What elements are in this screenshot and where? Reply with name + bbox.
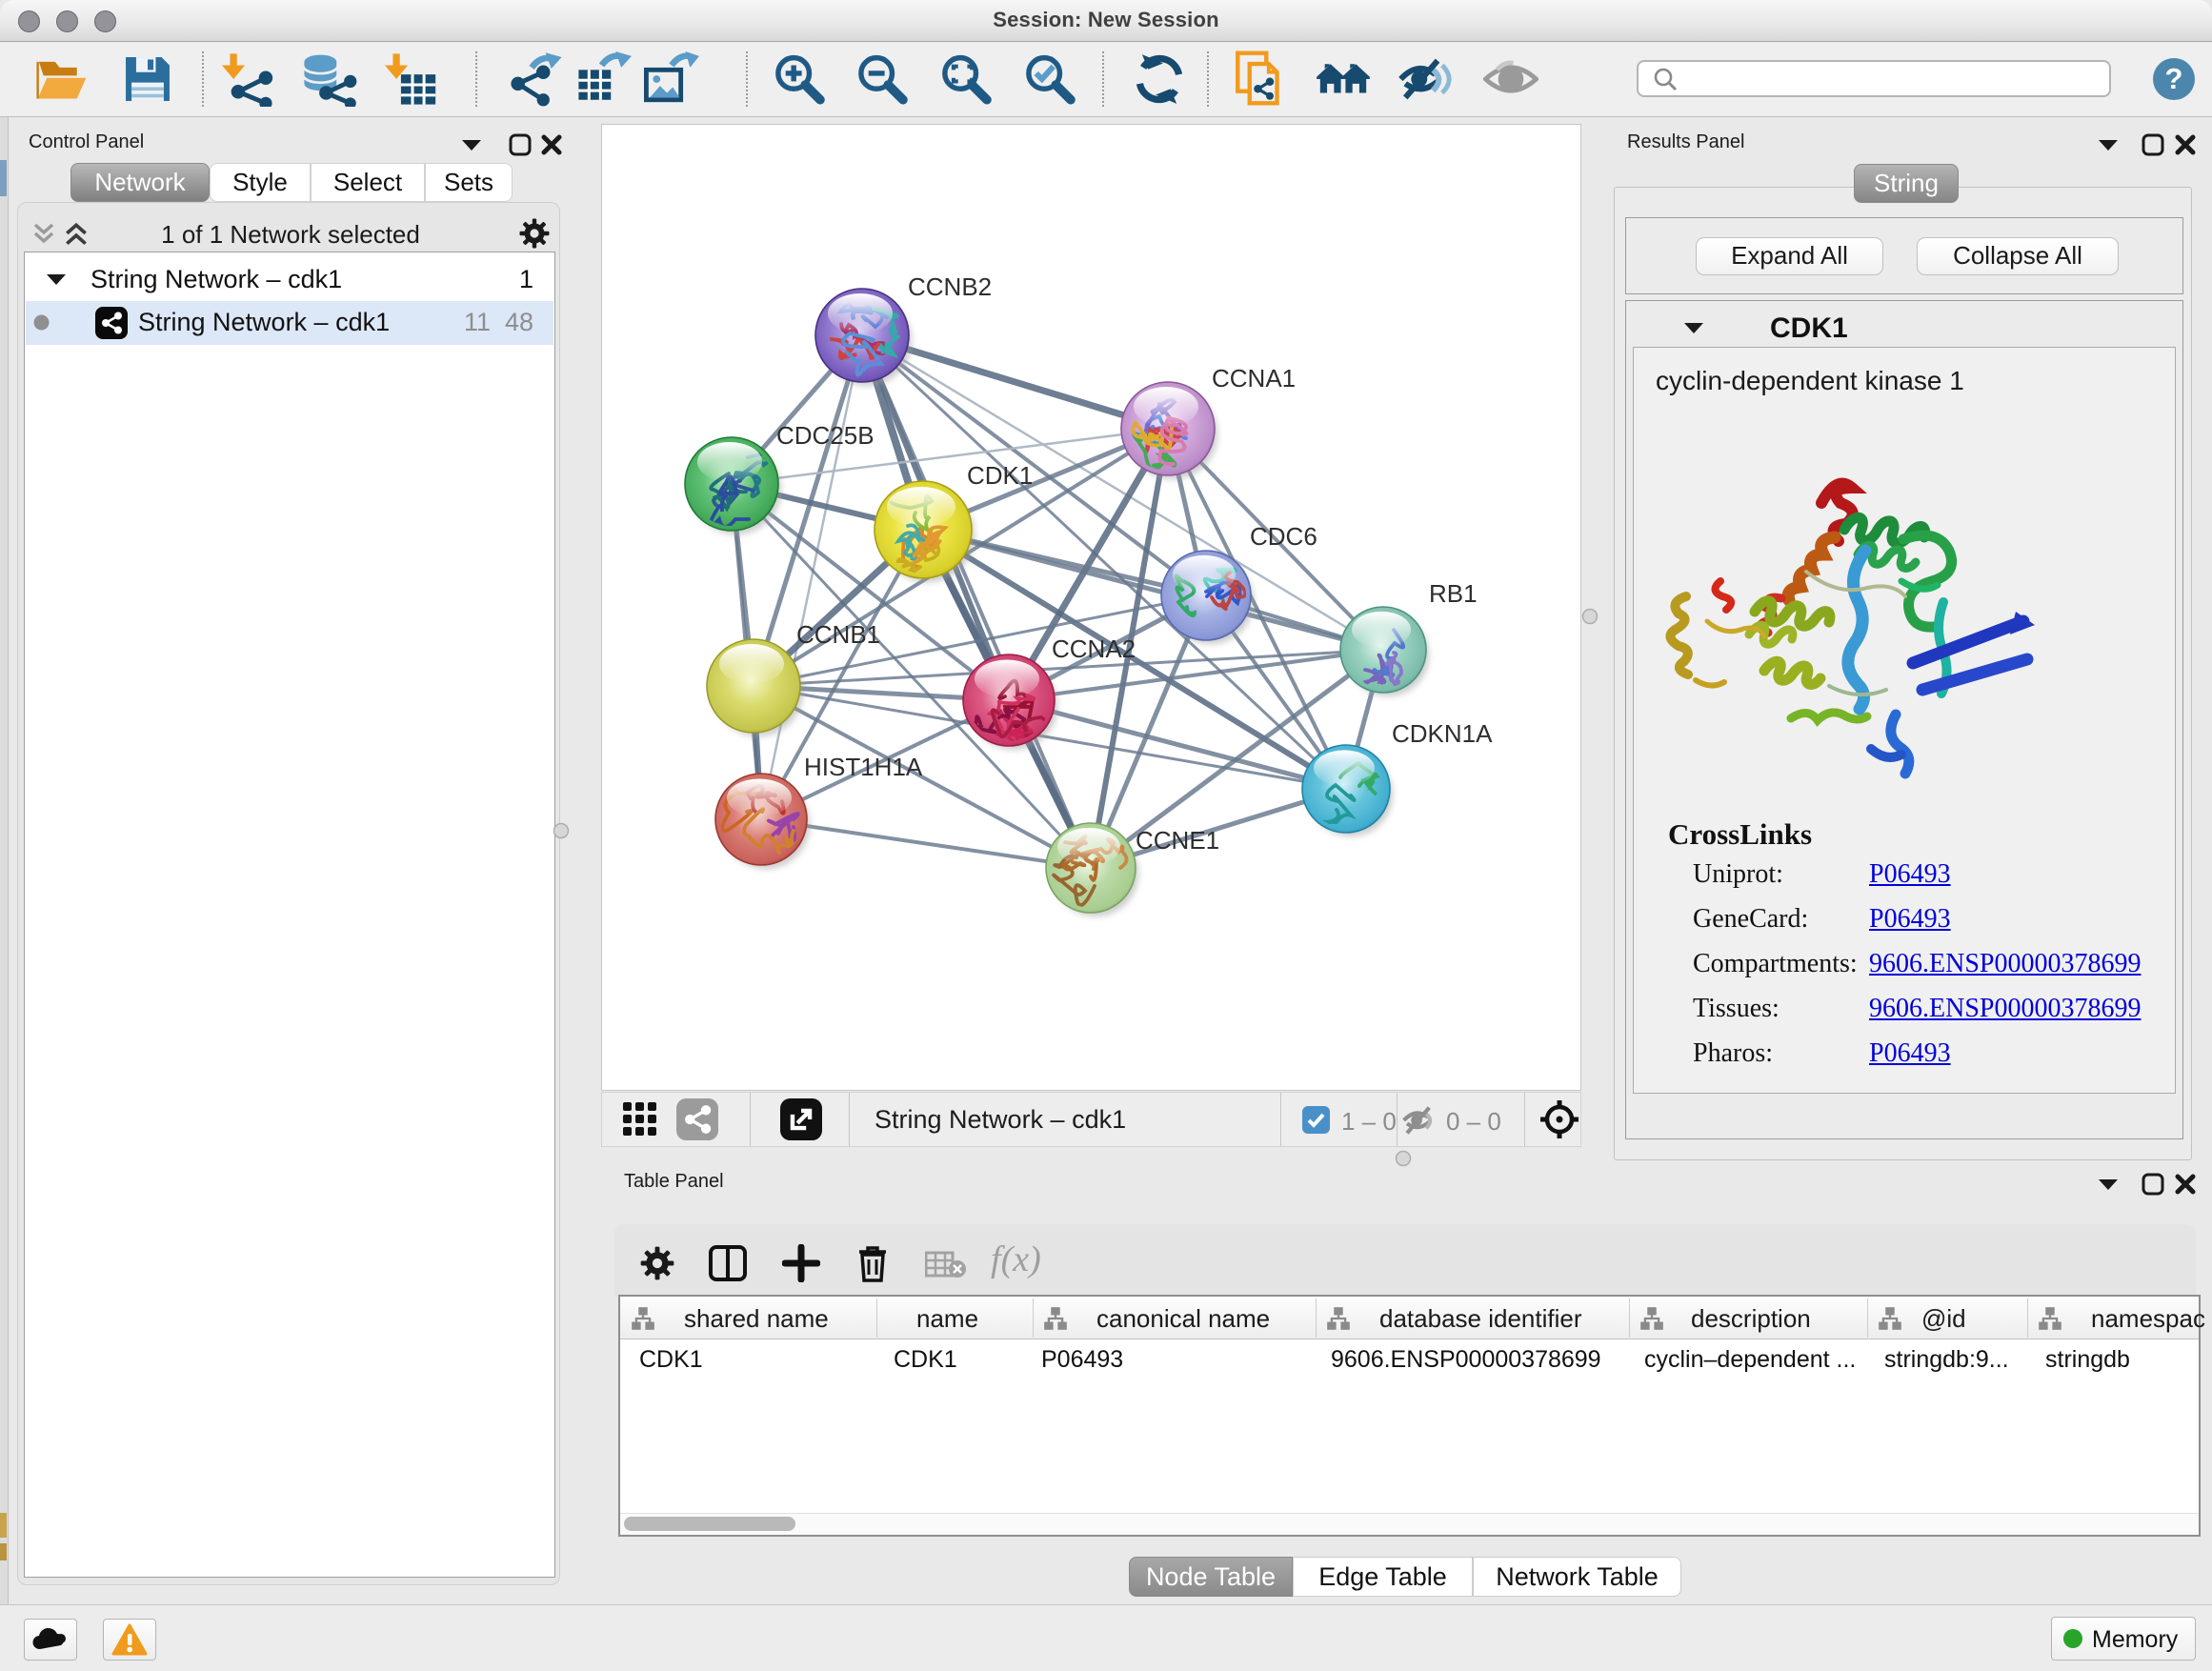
svg-text:CCNA1: CCNA1 bbox=[1212, 364, 1296, 393]
svg-text:CDKN1A: CDKN1A bbox=[1392, 719, 1493, 748]
svg-text:CCNE1: CCNE1 bbox=[1136, 826, 1219, 855]
svg-text:CCNB2: CCNB2 bbox=[908, 272, 992, 301]
svg-text:CDC25B: CDC25B bbox=[776, 421, 875, 450]
svg-text:?: ? bbox=[2165, 62, 2183, 95]
svg-text:CDC6: CDC6 bbox=[1250, 522, 1317, 551]
svg-text:HIST1H1A: HIST1H1A bbox=[804, 753, 923, 781]
svg-text:CCNA2: CCNA2 bbox=[1052, 634, 1136, 663]
svg-text:CCNB1: CCNB1 bbox=[796, 620, 880, 649]
svg-text:CDK1: CDK1 bbox=[967, 461, 1033, 490]
svg-text:RB1: RB1 bbox=[1429, 579, 1478, 608]
